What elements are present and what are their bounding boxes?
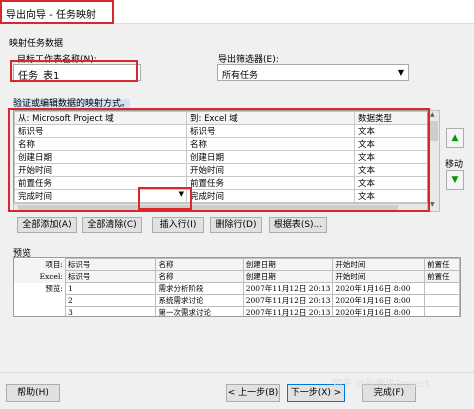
chevron-down-icon[interactable]: ▼	[179, 191, 184, 199]
preview-grid: 项目: 标识号 名称 创建日期 开始时间 前置任 Excel: 标识号 名称 创…	[13, 257, 461, 317]
delete-row-button[interactable]: 删除行(D)	[210, 217, 262, 233]
preview-cell: 2	[64, 294, 157, 307]
mapping-to-cell[interactable]: 创建日期	[186, 150, 355, 164]
preview-data-row: 3 第一次需求讨论 2007年11月12日 20:13 2020年1月16日 8…	[14, 306, 460, 316]
title-bar: 导出向导 - 任务映射	[0, 0, 474, 24]
insert-row-button[interactable]: 插入行(I)	[152, 217, 204, 233]
preview-cell: 2007年11月12日 20:13	[242, 282, 334, 295]
preview-cell: 开始时间	[332, 258, 426, 271]
map-section-label: 映射任务数据	[9, 39, 64, 49]
mapping-type-cell: 文本	[354, 189, 427, 203]
mapping-from-value: 完成时间	[18, 192, 53, 202]
preview-cell: 第一次需求讨论	[155, 306, 244, 316]
preview-cell: 2020年1月16日 8:00	[332, 294, 426, 307]
export-filter-value: 所有任务	[222, 71, 259, 81]
preview-cell: 前置任	[424, 258, 460, 271]
preview-row-header: Excel:	[14, 270, 66, 283]
verify-label: 验证或编辑数据的映射方式。	[13, 96, 131, 109]
mapping-from-cell[interactable]: 标识号	[14, 124, 187, 138]
mapping-type-cell: 文本	[354, 163, 427, 177]
mapping-row[interactable]: 标识号 标识号 文本	[14, 124, 427, 138]
preview-cell: 名称	[155, 270, 244, 283]
mapping-type-cell: 文本	[354, 176, 427, 190]
preview-cell: 前置任	[424, 270, 460, 283]
preview-cell: 需求分析阶段	[155, 282, 244, 295]
scroll-thumb[interactable]	[18, 205, 398, 210]
help-button[interactable]: 帮助(H)	[6, 384, 60, 402]
mapping-to-cell[interactable]: 标识号	[186, 124, 355, 138]
export-filter-select[interactable]: 所有任务 ▼	[217, 64, 409, 81]
mapping-type-cell: 文本	[354, 124, 427, 138]
mapping-to-cell[interactable]: 名称	[186, 137, 355, 151]
scroll-down-icon[interactable]: ▼	[430, 201, 435, 208]
preview-cell: 2020年1月16日 8:00	[332, 282, 426, 295]
preview-row-header: 项目:	[14, 258, 66, 271]
preview-cell	[424, 282, 460, 295]
base-on-table-button[interactable]: 根据表(S)...	[269, 217, 327, 233]
preview-excel-row: Excel: 标识号 名称 创建日期 开始时间 前置任	[14, 270, 460, 283]
preview-row-header: 预览:	[14, 282, 66, 295]
preview-data-row: 预览: 1 需求分析阶段 2007年11月12日 20:13 2020年1月16…	[14, 282, 460, 295]
dest-table-input[interactable]: 任务_表1	[13, 64, 141, 82]
mapping-row[interactable]: 名称 名称 文本	[14, 137, 427, 151]
mapping-row[interactable]: 创建日期 创建日期 文本	[14, 150, 427, 164]
mapping-to-cell[interactable]: 前置任务	[186, 176, 355, 190]
mapping-from-cell[interactable]: 开始时间	[14, 163, 187, 177]
mapping-type-cell: 文本	[354, 150, 427, 164]
verify-label-text: 验证或编辑数据的映射方式。	[13, 99, 131, 109]
preview-cell: 2007年11月12日 20:13	[242, 306, 334, 316]
preview-cell: 系统需求讨论	[155, 294, 244, 307]
mapping-from-cell[interactable]: 名称	[14, 137, 187, 151]
mapping-from-cell[interactable]: 前置任务	[14, 176, 187, 190]
preview-cell: 3	[64, 306, 157, 316]
preview-cell: 1	[64, 282, 157, 295]
scroll-thumb[interactable]	[430, 121, 438, 141]
window-title: 导出向导 - 任务映射	[6, 10, 96, 21]
preview-data-row: 2 系统需求讨论 2007年11月12日 20:13 2020年1月16日 8:…	[14, 294, 460, 307]
add-all-button[interactable]: 全部添加(A)	[17, 217, 77, 233]
mapping-to-cell[interactable]: 开始时间	[186, 163, 355, 177]
preview-cell: 2020年1月16日 8:00	[332, 306, 426, 316]
chevron-down-icon: ▼	[397, 68, 404, 77]
preview-cell	[424, 306, 460, 316]
mapping-to-cell[interactable]: 完成时间	[186, 189, 355, 203]
clear-all-button[interactable]: 全部清除(C)	[82, 217, 142, 233]
move-down-button[interactable]: ▼	[446, 170, 464, 190]
preview-cell: 开始时间	[332, 270, 426, 283]
preview-cell: 2007年11月12日 20:13	[242, 294, 334, 307]
mapping-from-cell[interactable]: 完成时间 ▼	[14, 189, 187, 203]
mapping-header-to: 到: Excel 域	[186, 111, 355, 125]
scroll-up-icon[interactable]: ▲	[430, 111, 435, 118]
watermark: 知乎 @谷衡讲Project	[332, 379, 430, 390]
mapping-row[interactable]: 前置任务 前置任务 文本	[14, 176, 427, 190]
mapping-row[interactable]: 开始时间 开始时间 文本	[14, 163, 427, 177]
preview-cell: 创建日期	[242, 270, 334, 283]
mapping-header-type: 数据类型	[354, 111, 427, 125]
mapping-hscrollbar[interactable]	[13, 203, 428, 212]
preview-cell: 标识号	[64, 258, 157, 271]
preview-cell: 名称	[155, 258, 244, 271]
move-up-button[interactable]: ▲	[446, 128, 464, 148]
back-button[interactable]: < 上一步(B)	[226, 384, 280, 402]
mapping-header-row: 从: Microsoft Project 域 到: Excel 域 数据类型	[14, 111, 427, 125]
preview-cell	[424, 294, 460, 307]
mapping-type-cell: 文本	[354, 137, 427, 151]
move-label: 移动	[445, 160, 464, 170]
mapping-from-cell[interactable]: 创建日期	[14, 150, 187, 164]
mapping-row[interactable]: 完成时间 ▼ 完成时间 文本	[14, 189, 427, 203]
preview-cell: 标识号	[64, 270, 157, 283]
mapping-grid[interactable]: 从: Microsoft Project 域 到: Excel 域 数据类型 标…	[13, 110, 428, 212]
mapping-header-from: 从: Microsoft Project 域	[14, 111, 187, 125]
preview-cell: 创建日期	[242, 258, 334, 271]
preview-project-row: 项目: 标识号 名称 创建日期 开始时间 前置任	[14, 258, 460, 271]
mapping-vscrollbar[interactable]: ▲ ▼	[428, 110, 440, 212]
